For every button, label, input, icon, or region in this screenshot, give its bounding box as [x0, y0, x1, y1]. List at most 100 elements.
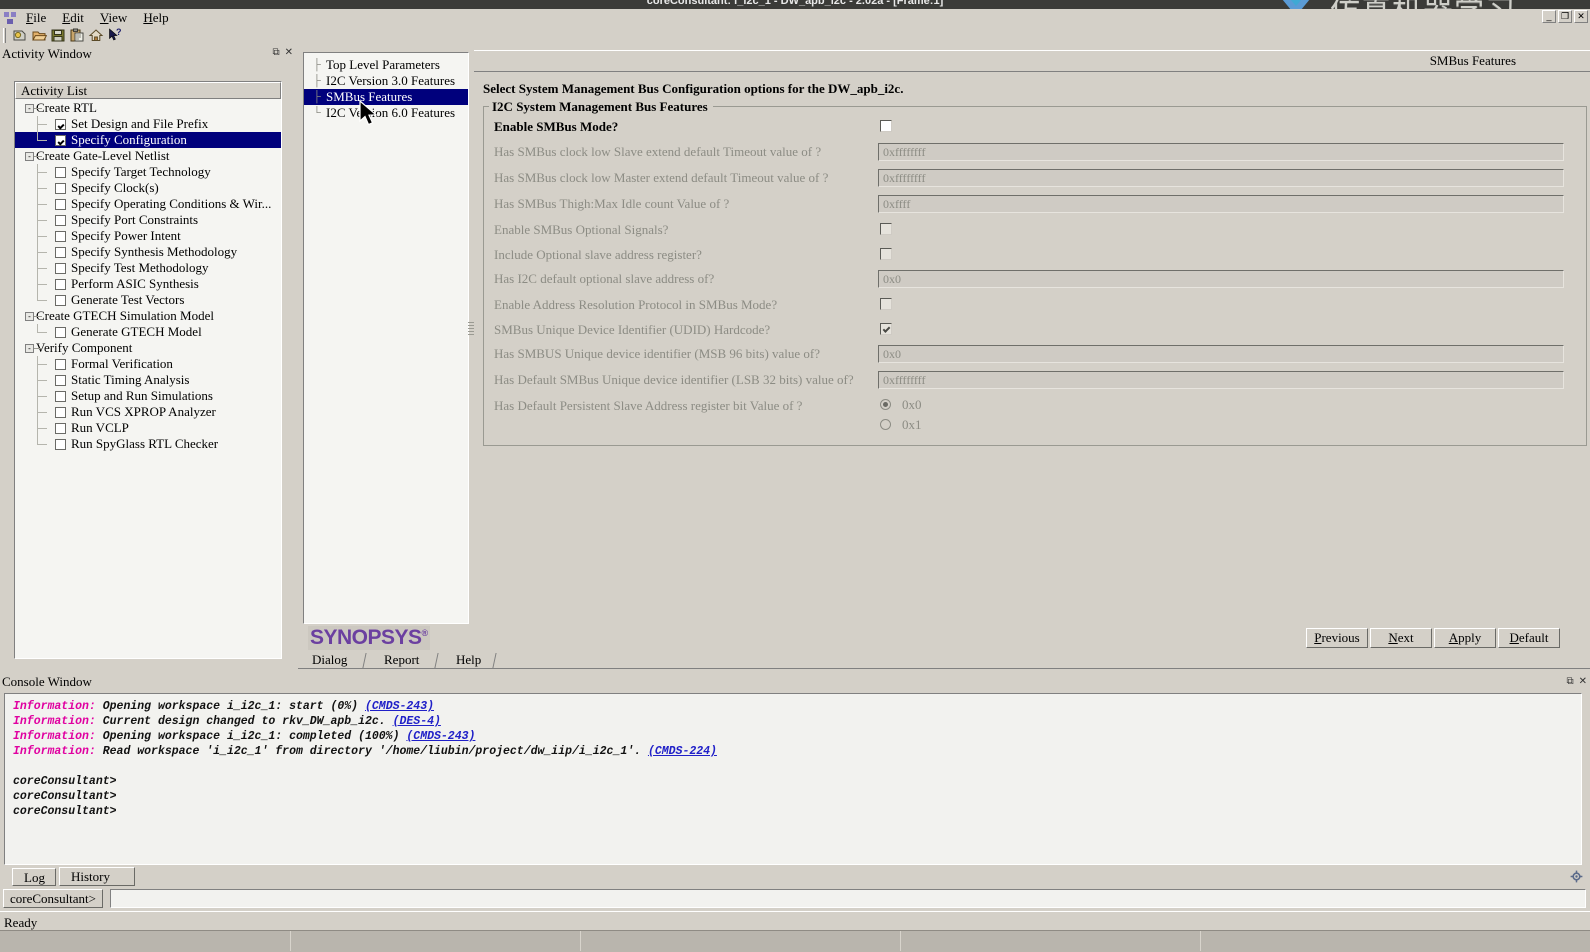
activity-item[interactable]: Run SpyGlass RTL Checker: [15, 436, 281, 452]
home-icon[interactable]: [88, 27, 104, 43]
menu-file[interactable]: File: [18, 9, 54, 27]
activity-item[interactable]: Run VCS XPROP Analyzer: [15, 404, 281, 420]
expander-icon[interactable]: -: [25, 104, 34, 113]
activity-group[interactable]: - Create RTL: [15, 100, 281, 116]
form-text-field[interactable]: 0xffffffff: [878, 169, 1564, 187]
minimize-button[interactable]: _: [1542, 10, 1556, 23]
form-radio[interactable]: [880, 399, 891, 410]
activity-item-checkbox[interactable]: [55, 294, 66, 306]
previous-button[interactable]: Previous: [1306, 628, 1368, 648]
menu-edit[interactable]: Edit: [54, 9, 92, 27]
form-checkbox[interactable]: [880, 223, 892, 235]
activity-item[interactable]: Specify Target Technology: [15, 164, 281, 180]
activity-item-checkbox[interactable]: [55, 326, 66, 338]
next-button[interactable]: Next: [1370, 628, 1432, 648]
apply-button[interactable]: Apply: [1434, 628, 1496, 648]
restore-button[interactable]: ❐: [1558, 10, 1572, 23]
activity-item[interactable]: Specify Port Constraints: [15, 212, 281, 228]
console-tab[interactable]: History: [59, 867, 135, 886]
activity-item-checkbox[interactable]: [55, 390, 66, 402]
float-icon[interactable]: ⧉: [272, 47, 279, 59]
activity-item[interactable]: Formal Verification: [15, 356, 281, 372]
activity-item[interactable]: Perform ASIC Synthesis: [15, 276, 281, 292]
activity-item-checkbox[interactable]: [55, 374, 66, 386]
toolbar-grip[interactable]: [3, 27, 6, 43]
activity-item[interactable]: Generate GTECH Model: [15, 324, 281, 340]
form-checkbox[interactable]: [880, 120, 892, 132]
dialog-tab[interactable]: Help: [446, 652, 491, 668]
menu-help[interactable]: Help: [135, 9, 176, 27]
dialog-tab[interactable]: Dialog: [302, 652, 358, 668]
category-item[interactable]: ├ SMBus Features: [304, 89, 468, 105]
default-button[interactable]: Default: [1498, 628, 1560, 648]
expander-icon[interactable]: -: [25, 152, 34, 161]
activity-item-checkbox[interactable]: [55, 198, 66, 210]
activity-item-checkbox[interactable]: [55, 422, 66, 434]
activity-item-checkbox[interactable]: [55, 166, 66, 178]
activity-item[interactable]: Static Timing Analysis: [15, 372, 281, 388]
menu-view[interactable]: View: [92, 9, 135, 27]
activity-item-checkbox[interactable]: [55, 406, 66, 418]
activity-item[interactable]: Set Design and File Prefix: [15, 116, 281, 132]
console-message-code[interactable]: (CMDS-243): [365, 700, 434, 713]
activity-item[interactable]: Specify Synthesis Methodology: [15, 244, 281, 260]
console-tab[interactable]: Log: [12, 868, 56, 886]
new-workspace-icon[interactable]: [12, 27, 28, 43]
close-button[interactable]: ✕: [1574, 10, 1588, 23]
float-icon[interactable]: ⧉: [1566, 676, 1573, 688]
activity-item[interactable]: Specify Clock(s): [15, 180, 281, 196]
category-item[interactable]: ├ I2C Version 3.0 Features: [304, 73, 468, 89]
activity-item[interactable]: Specify Test Methodology: [15, 260, 281, 276]
close-icon[interactable]: ✕: [1579, 676, 1587, 688]
activity-item-label: Specify Test Methodology: [71, 260, 209, 275]
dialog-tab[interactable]: Report: [374, 652, 429, 668]
form-text-field[interactable]: 0xffffffff: [878, 371, 1564, 389]
activity-item-label: Setup and Run Simulations: [71, 388, 213, 403]
console-message-code[interactable]: (CMDS-224): [648, 745, 717, 758]
activity-group[interactable]: - Verify Component: [15, 340, 281, 356]
expander-icon[interactable]: -: [25, 312, 34, 321]
context-help-icon[interactable]: ?: [107, 27, 123, 43]
activity-item-checkbox[interactable]: [55, 358, 66, 370]
activity-item[interactable]: Specify Configuration: [15, 132, 281, 148]
activity-item-checkbox[interactable]: [55, 230, 66, 242]
activity-item-checkbox[interactable]: [55, 246, 66, 258]
activity-group[interactable]: - Create GTECH Simulation Model: [15, 308, 281, 324]
form-checkbox[interactable]: [880, 247, 892, 260]
command-input[interactable]: [110, 889, 1586, 908]
console-prompt: coreConsultant>: [13, 775, 117, 788]
form-text-field[interactable]: 0xffffffff: [878, 143, 1564, 161]
activity-item[interactable]: Generate Test Vectors: [15, 292, 281, 308]
console-message-code[interactable]: (DES-4): [393, 715, 441, 728]
activity-item[interactable]: Run VCLP: [15, 420, 281, 436]
open-folder-icon[interactable]: [31, 27, 47, 43]
save-icon[interactable]: [50, 27, 66, 43]
form-checkbox[interactable]: [880, 298, 892, 310]
activity-item[interactable]: Specify Operating Conditions & Wir...: [15, 196, 281, 212]
form-radio[interactable]: [880, 419, 891, 430]
category-item[interactable]: └ I2C Version 6.0 Features: [304, 105, 468, 121]
expander-icon[interactable]: -: [25, 344, 34, 353]
console-message-code[interactable]: (CMDS-243): [406, 730, 475, 743]
category-item[interactable]: ├ Top Level Parameters: [304, 57, 468, 73]
form-text-field[interactable]: 0x0: [878, 270, 1564, 288]
activity-item-checkbox[interactable]: [55, 438, 66, 450]
tree-branch-icon: └: [313, 107, 321, 119]
activity-item-checkbox[interactable]: [55, 214, 66, 226]
form-checkbox[interactable]: [880, 322, 892, 335]
gear-icon[interactable]: [1570, 870, 1583, 883]
activity-tree: - Create RTL Set Design and File Prefix Spe…: [15, 99, 281, 452]
form-text-field[interactable]: 0x0: [878, 345, 1564, 363]
activity-group[interactable]: - Create Gate-Level Netlist: [15, 148, 281, 164]
activity-item-checkbox[interactable]: [55, 182, 66, 194]
activity-item-checkbox[interactable]: [55, 118, 66, 130]
paste-icon[interactable]: [69, 27, 85, 43]
close-icon[interactable]: ✕: [285, 47, 293, 59]
console-log[interactable]: Information: Opening workspace i_i2c_1: …: [4, 693, 1582, 865]
activity-item-checkbox[interactable]: [55, 278, 66, 290]
activity-item-checkbox[interactable]: [55, 134, 66, 146]
activity-item-checkbox[interactable]: [55, 262, 66, 274]
activity-item[interactable]: Setup and Run Simulations: [15, 388, 281, 404]
activity-item[interactable]: Specify Power Intent: [15, 228, 281, 244]
form-text-field[interactable]: 0xffff: [878, 195, 1564, 213]
